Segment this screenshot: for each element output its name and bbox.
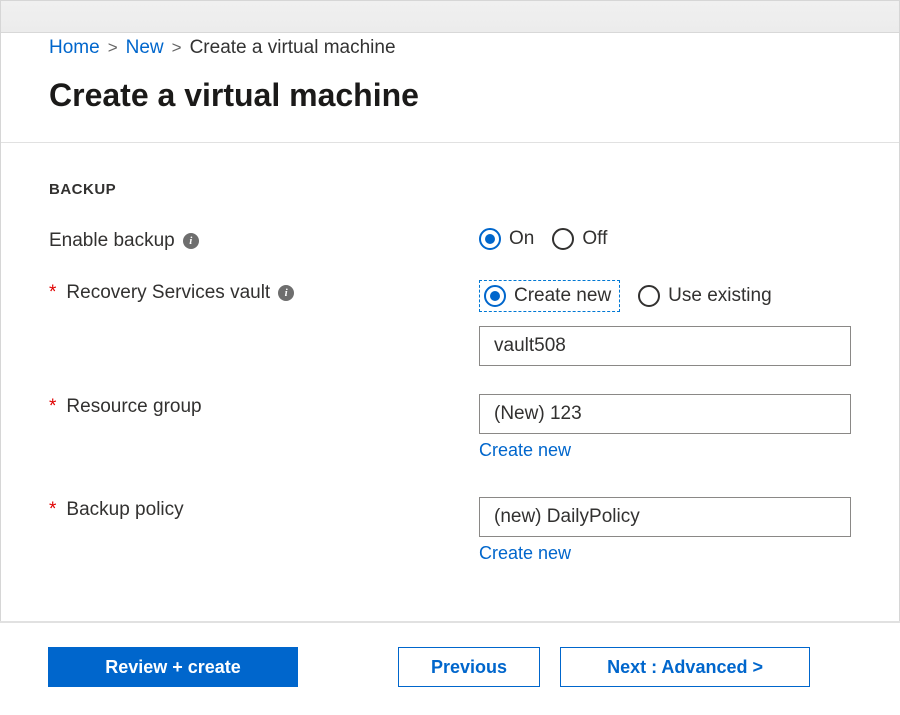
next-advanced-button[interactable]: Next : Advanced > [560, 647, 810, 687]
label-backup-policy: * Backup policy [49, 497, 479, 521]
radio-label: Off [582, 228, 607, 250]
backup-policy-input[interactable] [479, 497, 851, 537]
label-resource-group: * Resource group [49, 394, 479, 418]
field-enable-backup: Enable backup i On Off [49, 228, 851, 252]
backup-policy-create-new-link[interactable]: Create new [479, 543, 571, 564]
label-text: Resource group [66, 396, 201, 418]
radio-indicator-icon [638, 285, 660, 307]
radio-label: On [509, 228, 534, 250]
breadcrumb-home[interactable]: Home [49, 37, 100, 59]
radio-vault-create-new[interactable]: Create new [484, 285, 611, 307]
radio-focus-outline: Create new [479, 280, 620, 312]
radio-indicator-icon [479, 228, 501, 250]
section-heading-backup: BACKUP [49, 181, 851, 198]
resource-group-input[interactable] [479, 394, 851, 434]
label-recovery-vault: * Recovery Services vault i [49, 280, 479, 304]
field-resource-group: * Resource group Create new [49, 394, 851, 461]
review-create-button[interactable]: Review + create [48, 647, 298, 687]
resource-group-create-new-link[interactable]: Create new [479, 440, 571, 461]
label-text: Recovery Services vault [66, 282, 270, 304]
page-title: Create a virtual machine [1, 69, 899, 143]
window-chrome-bar [1, 1, 899, 33]
radio-group-recovery-vault: Create new Use existing [479, 280, 851, 312]
radio-indicator-icon [484, 285, 506, 307]
vault-name-input[interactable] [479, 326, 851, 366]
wizard-footer: Review + create Previous Next : Advanced… [0, 621, 900, 715]
form-content: BACKUP Enable backup i On Off * Recovery… [1, 143, 899, 612]
radio-label: Use existing [668, 285, 772, 307]
info-icon[interactable]: i [278, 285, 294, 301]
label-text: Enable backup [49, 230, 175, 252]
radio-vault-use-existing[interactable]: Use existing [638, 285, 772, 307]
label-text: Backup policy [66, 499, 183, 521]
radio-enable-backup-off[interactable]: Off [552, 228, 607, 250]
radio-indicator-icon [552, 228, 574, 250]
required-indicator: * [49, 499, 56, 521]
label-enable-backup: Enable backup i [49, 228, 479, 252]
info-icon[interactable]: i [183, 233, 199, 249]
previous-button[interactable]: Previous [398, 647, 540, 687]
breadcrumb-current: Create a virtual machine [190, 37, 396, 59]
breadcrumb: Home > New > Create a virtual machine [1, 33, 899, 69]
radio-enable-backup-on[interactable]: On [479, 228, 534, 250]
field-backup-policy: * Backup policy Create new [49, 497, 851, 564]
chevron-right-icon: > [108, 38, 118, 58]
radio-group-enable-backup: On Off [479, 228, 851, 250]
field-vault-name [49, 326, 851, 366]
required-indicator: * [49, 396, 56, 418]
radio-label: Create new [514, 285, 611, 307]
field-recovery-vault: * Recovery Services vault i Create new U… [49, 280, 851, 312]
breadcrumb-new[interactable]: New [126, 37, 164, 59]
required-indicator: * [49, 282, 56, 304]
chevron-right-icon: > [172, 38, 182, 58]
